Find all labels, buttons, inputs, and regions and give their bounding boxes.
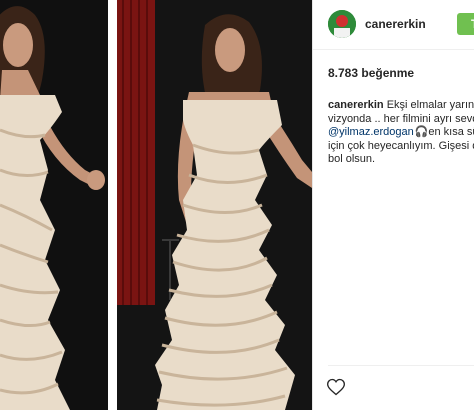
photo-panel-left [0, 0, 108, 410]
heart-outline-icon[interactable] [326, 377, 346, 397]
caption-username[interactable]: canererkin [328, 99, 384, 111]
post-sidebar: canererkin T 8.783 beğenme canererkin Ek… [312, 0, 474, 410]
actions-divider [328, 365, 474, 366]
woman-in-ruffled-dress-right [117, 0, 312, 410]
caption-line-4: için çok heyecanlıyım. Gişesi de [328, 139, 474, 152]
caption-line-3: 🎧en kısa süre [414, 126, 474, 138]
caption-mention[interactable]: @yilmaz.erdogan [328, 126, 414, 138]
post-caption: canererkin Ekşi elmalar yarından vizyond… [328, 99, 474, 167]
post-photo[interactable] [0, 0, 312, 410]
photo-divider [108, 0, 117, 410]
caption-line-1: Ekşi elmalar yarından [386, 99, 474, 111]
like-count[interactable]: 8.783 beğenme [328, 66, 414, 80]
post-header: canererkin T [313, 0, 474, 50]
avatar-image [328, 10, 356, 38]
follow-button[interactable]: T [457, 13, 474, 35]
woman-in-ruffled-dress-left [0, 0, 108, 410]
avatar[interactable] [328, 10, 356, 38]
username-link[interactable]: canererkin [365, 17, 426, 31]
heart-icon-graphic [326, 378, 346, 396]
caption-line-2: vizyonda .. her filmini ayrı sevdiğ [328, 112, 474, 125]
photo-panel-right [117, 0, 312, 410]
caption-line-5: bol olsun. [328, 153, 376, 165]
